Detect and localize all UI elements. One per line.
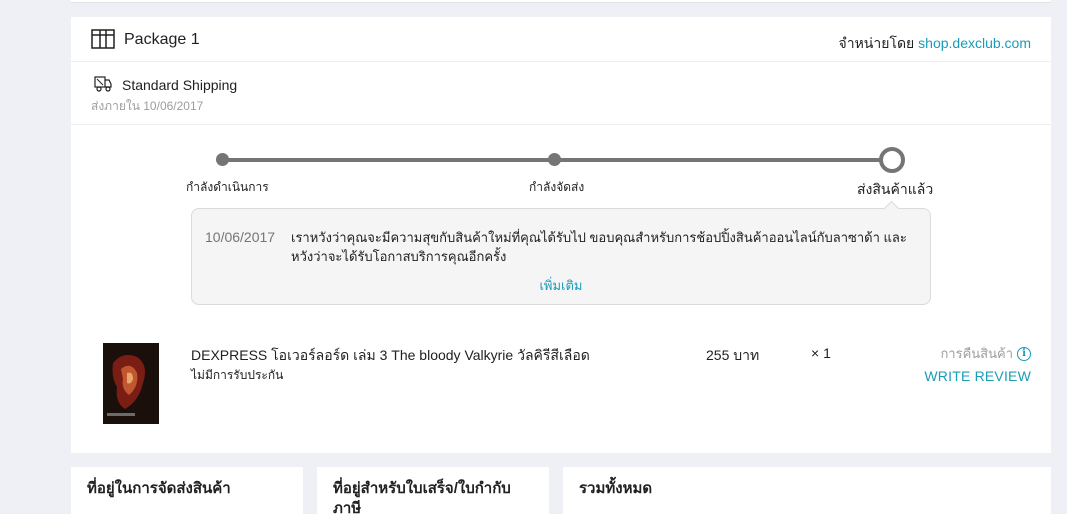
timeline-step-2-label: กำลังจัดส่ง	[529, 180, 585, 194]
info-icon[interactable]: i	[1017, 346, 1031, 361]
seller-info: จำหน่ายโดย shop.dexclub.com	[839, 33, 1031, 55]
delivery-date: ส่งภายใน 10/06/2017	[91, 99, 204, 113]
previous-card	[71, 0, 1051, 3]
shipping-address-title: ที่อยู่ในการจัดส่งสินค้า	[87, 480, 231, 497]
product-name[interactable]: DEXPRESS โอเวอร์ลอร์ด เล่ม 3 The bloody …	[191, 345, 590, 367]
timeline-step-2-dot	[548, 153, 561, 166]
write-review-button[interactable]: WRITE REVIEW	[924, 368, 1031, 384]
message-date: 10/06/2017	[205, 229, 276, 245]
shipment-timeline: กำลังดำเนินการ กำลังจัดส่ง ส่งสินค้าแล้ว…	[71, 125, 1051, 315]
order-item: DEXPRESS โอเวอร์ลอร์ด เล่ม 3 The bloody …	[71, 335, 1051, 435]
package-card: Package 1 จำหน่ายโดย shop.dexclub.com St…	[71, 17, 1051, 453]
seller-prefix: จำหน่ายโดย	[838, 35, 915, 51]
timeline-message-box: 10/06/2017 เราหวังว่าคุณจะมีความสุขกับสิ…	[191, 208, 931, 305]
timeline-step-3-current	[879, 147, 905, 173]
order-total-card: รวมทั้งหมด	[563, 467, 1051, 514]
book-cover-image	[103, 343, 159, 424]
return-label: การคืนสินค้า	[940, 346, 1013, 361]
show-more-link[interactable]: เพิ่มเติม	[192, 275, 930, 296]
product-thumbnail[interactable]	[103, 343, 159, 424]
return-info[interactable]: การคืนสินค้า i	[940, 343, 1031, 364]
timeline-segment-2	[555, 158, 882, 162]
timeline-segment-1	[223, 158, 555, 162]
seller-link[interactable]: shop.dexclub.com	[918, 35, 1031, 51]
product-warranty: ไม่มีการรับประกัน	[191, 368, 284, 382]
order-total-title: รวมทั้งหมด	[579, 480, 653, 497]
product-quantity: × 1	[811, 345, 831, 361]
package-title: Package 1	[124, 31, 200, 48]
shipping-row: Standard Shipping ส่งภายใน 10/06/2017	[71, 62, 1051, 125]
billing-address-title: ที่อยู่สำหรับใบเสร็จ/ใบกำกับภาษี	[333, 480, 511, 514]
package-icon	[91, 29, 115, 49]
message-text: เราหวังว่าคุณจะมีความสุขกับสินค้าใหม่ที่…	[291, 230, 907, 264]
product-price: 255 บาท	[706, 347, 760, 363]
package-header: Package 1 จำหน่ายโดย shop.dexclub.com	[71, 17, 1051, 62]
truck-icon	[94, 76, 112, 92]
timeline-step-3-label: ส่งสินค้าแล้ว	[857, 181, 934, 197]
timeline-step-1-dot	[216, 153, 229, 166]
billing-address-card: ที่อยู่สำหรับใบเสร็จ/ใบกำกับภาษี	[317, 467, 549, 514]
shipping-address-card: ที่อยู่ในการจัดส่งสินค้า	[71, 467, 303, 514]
shipping-method: Standard Shipping	[122, 77, 238, 93]
timeline-step-1-label: กำลังดำเนินการ	[186, 180, 269, 194]
